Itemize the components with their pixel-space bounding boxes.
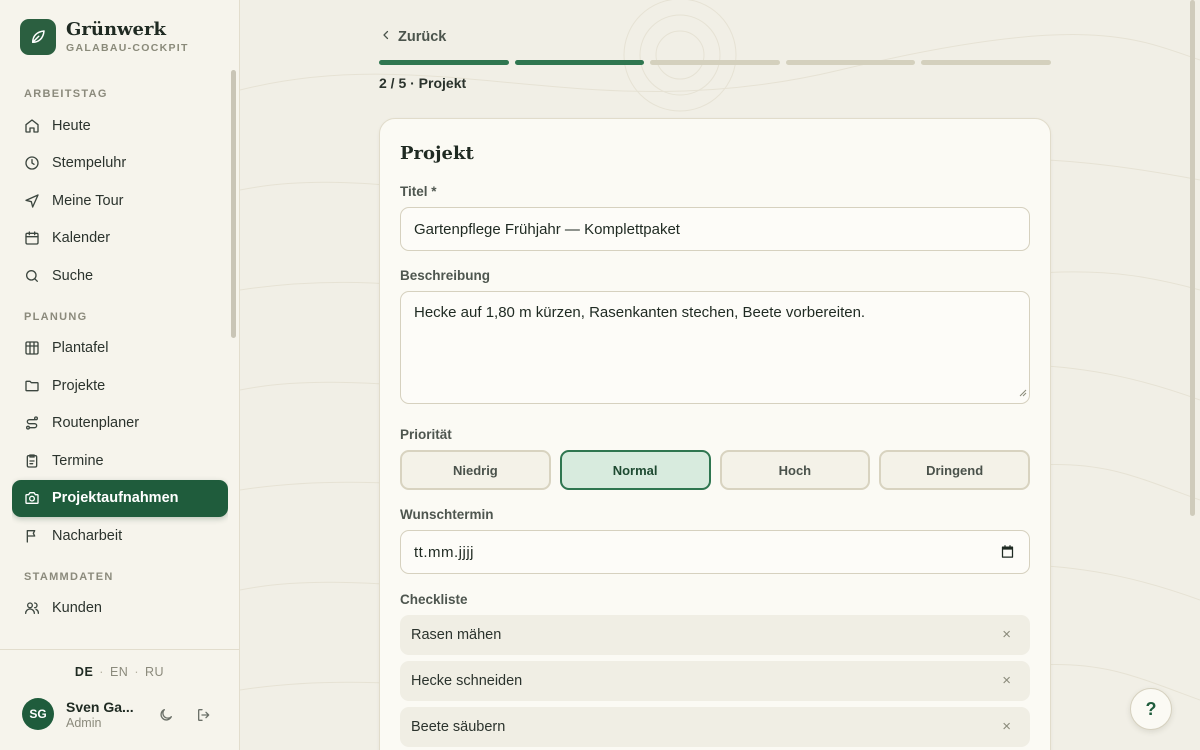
prioritaet-option-dringend[interactable]: Dringend [879, 450, 1030, 490]
sidebar-item-label: Routenplaner [52, 415, 140, 432]
help-button[interactable]: ? [1130, 688, 1172, 730]
sidebar-item-label: Termine [52, 452, 104, 469]
calendar-icon[interactable] [1000, 544, 1015, 563]
checklist-item-label: Beete säubern [411, 719, 506, 735]
calendar-icon [24, 230, 40, 246]
sidebar-nav: ARBEITSTAG Heute Stempeluhr Meine Tour K… [12, 80, 228, 648]
user-role: Admin [66, 715, 102, 730]
sidebar-item-label: Projekte [52, 377, 106, 394]
wizard-step-1 [379, 60, 509, 65]
brand-subtitle: GALABAU-COCKPIT [66, 42, 189, 54]
sidebar-item-stempeluhr[interactable]: Stempeluhr [12, 145, 228, 183]
user-name: Sven Ga... [66, 698, 134, 715]
route-icon [24, 415, 40, 431]
board-icon [24, 340, 40, 356]
clock-icon [24, 155, 40, 171]
prioritaet-option-niedrig[interactable]: Niedrig [400, 450, 551, 490]
prioritaet-segmented-control: Niedrig Normal Hoch Dringend [400, 450, 1030, 490]
language-ru[interactable]: RU [145, 665, 164, 679]
checkliste-label: Checkliste [400, 592, 468, 607]
remove-icon[interactable]: × [1002, 718, 1011, 735]
back-button[interactable]: Zurück [380, 29, 446, 45]
wunschtermin-placeholder: tt.mm.jjjj [414, 543, 474, 561]
sidebar: Grünwerk GALABAU-COCKPIT ARBEITSTAG Heut… [0, 0, 240, 750]
card-title: Projekt [400, 143, 474, 164]
sidebar-item-label: Kunden [52, 600, 102, 617]
sidebar-item-kunden[interactable]: Kunden [12, 590, 228, 628]
sidebar-item-plantafel[interactable]: Plantafel [12, 330, 228, 368]
prioritaet-option-hoch[interactable]: Hoch [719, 450, 871, 490]
prioritaet-label: Priorität [400, 427, 452, 442]
home-icon [24, 118, 40, 134]
titel-value: Gartenpflege Frühjahr — Komplettpaket [414, 220, 680, 238]
avatar: SG [22, 698, 54, 730]
camera-icon [24, 490, 40, 506]
sidebar-footer: DE · EN · RU SG Sven Ga... Admin [0, 649, 239, 750]
resize-handle-icon[interactable] [1019, 384, 1027, 401]
sidebar-item-meine-tour[interactable]: Meine Tour [12, 182, 228, 220]
wizard-step-2 [514, 60, 645, 65]
chevron-left-icon [380, 29, 392, 45]
sidebar-item-label: Suche [52, 267, 94, 284]
checklist-item-label: Rasen mähen [411, 627, 502, 643]
leaf-icon [20, 19, 56, 55]
sidebar-item-projekte[interactable]: Projekte [12, 367, 228, 405]
sidebar-item-suche[interactable]: Suche [12, 257, 228, 295]
sidebar-item-label: Meine Tour [52, 192, 124, 209]
step-label: 2 / 5 · Projekt [379, 75, 467, 91]
sidebar-item-label: Plantafel [52, 340, 109, 357]
beschreibung-value: Hecke auf 1,80 m kürzen, Rasenkanten ste… [414, 304, 866, 321]
main-content: Zurück 2 / 5 · Projekt Projekt Titel * G… [240, 0, 1200, 750]
wizard-step-4 [785, 60, 916, 65]
sidebar-item-label: Heute [52, 117, 91, 134]
checklist-item-label: Hecke schneiden [411, 673, 523, 689]
navigation-icon [24, 193, 40, 209]
logout-icon[interactable] [195, 706, 213, 724]
language-en[interactable]: EN [110, 665, 128, 679]
search-icon [24, 268, 40, 284]
brand[interactable]: Grünwerk GALABAU-COCKPIT [20, 19, 189, 55]
brand-name: Grünwerk [66, 19, 166, 40]
flag-icon [24, 528, 40, 544]
titel-input[interactable]: Gartenpflege Frühjahr — Komplettpaket [400, 207, 1030, 251]
sidebar-item-label: Nacharbeit [52, 527, 123, 544]
language-de[interactable]: DE [75, 665, 93, 679]
remove-icon[interactable]: × [1002, 672, 1011, 689]
clipboard-icon [24, 453, 40, 469]
sidebar-item-kalender[interactable]: Kalender [12, 220, 228, 258]
titel-label: Titel * [400, 184, 437, 199]
folder-icon [24, 378, 40, 394]
section-label-stammdaten: STAMMDATEN [24, 570, 114, 583]
language-switcher: DE · EN · RU [74, 665, 165, 679]
wunschtermin-input[interactable]: tt.mm.jjjj [400, 530, 1030, 574]
beschreibung-textarea[interactable]: Hecke auf 1,80 m kürzen, Rasenkanten ste… [400, 291, 1030, 404]
wunschtermin-label: Wunschtermin [400, 507, 494, 522]
sidebar-item-label: Kalender [52, 230, 111, 247]
main-scrollbar[interactable] [1190, 0, 1195, 516]
prioritaet-option-normal[interactable]: Normal [559, 450, 711, 490]
wizard-progress [379, 60, 1051, 66]
section-label-planung: PLANUNG [24, 310, 88, 323]
sidebar-item-heute[interactable]: Heute [12, 107, 228, 145]
sidebar-item-label: Stempeluhr [52, 155, 127, 172]
checklist-item[interactable]: Rasen mähen × [400, 615, 1030, 655]
project-form-card: Projekt Titel * Gartenpflege Frühjahr — … [379, 118, 1051, 750]
wizard-step-5 [921, 60, 1051, 65]
back-label: Zurück [398, 29, 447, 45]
wizard-step-3 [650, 60, 780, 65]
sidebar-item-label: Projektaufnahmen [52, 490, 179, 507]
moon-icon[interactable] [157, 706, 175, 724]
users-icon [24, 600, 40, 616]
remove-icon[interactable]: × [1002, 626, 1011, 643]
sidebar-item-nacharbeit[interactable]: Nacharbeit [12, 517, 228, 555]
sidebar-item-routenplaner[interactable]: Routenplaner [12, 405, 228, 443]
checklist-item[interactable]: Hecke schneiden × [400, 661, 1030, 701]
checklist-item[interactable]: Beete säubern × [400, 707, 1030, 747]
user-profile[interactable]: SG Sven Ga... Admin [22, 698, 136, 730]
section-label-arbeitstag: ARBEITSTAG [24, 88, 108, 100]
sidebar-item-termine[interactable]: Termine [12, 442, 228, 480]
sidebar-scrollbar[interactable] [231, 70, 236, 338]
beschreibung-label: Beschreibung [400, 268, 491, 283]
sidebar-item-projektaufnahmen[interactable]: Projektaufnahmen [12, 479, 228, 517]
